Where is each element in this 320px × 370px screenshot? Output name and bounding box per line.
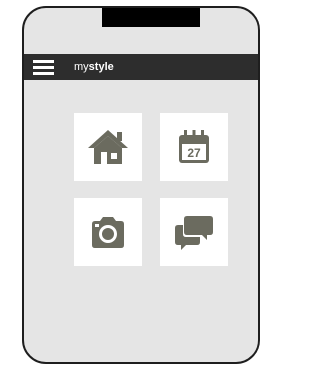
calendar-date-text: 27 [187, 146, 201, 160]
brand-bold-text: style [88, 61, 114, 73]
calendar-tile[interactable]: 27 [160, 113, 228, 181]
chat-tile[interactable] [160, 198, 228, 266]
home-tile[interactable] [74, 113, 142, 181]
brand-light-text: my [74, 61, 89, 73]
hamburger-menu-icon[interactable] [33, 58, 54, 76]
calendar-icon: 27 [179, 130, 209, 163]
phone-frame: mystyle 27 [22, 6, 260, 364]
camera-icon [92, 217, 124, 248]
chat-icon [175, 216, 213, 250]
phone-notch [102, 8, 200, 27]
app-header: mystyle [24, 54, 258, 80]
home-icon [88, 130, 128, 164]
app-logo: mystyle [74, 59, 114, 75]
camera-tile[interactable] [74, 198, 142, 266]
